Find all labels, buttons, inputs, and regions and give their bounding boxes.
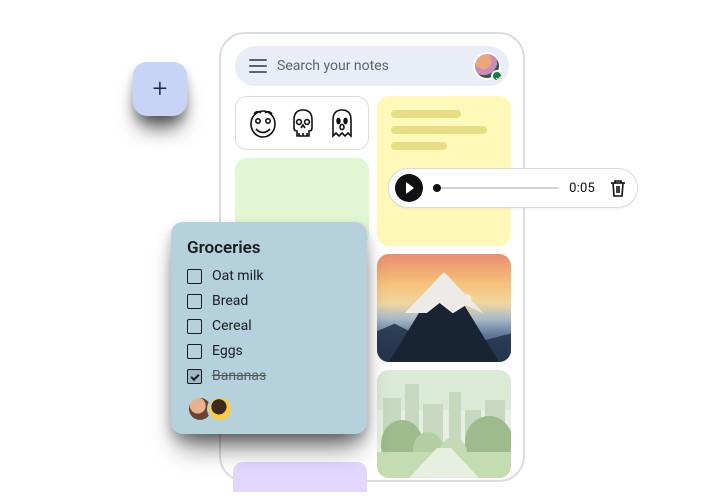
checkbox-icon[interactable] [187,344,202,359]
list-item-label: Bread [212,293,248,309]
smiley-icon [247,106,279,140]
search-bar[interactable]: Search your notes [235,46,509,86]
audio-note-player[interactable]: 0:05 [388,168,638,208]
verified-badge-icon [491,70,503,82]
list-item[interactable]: Oat milk [187,268,351,284]
menu-icon[interactable] [249,59,267,73]
list-item-label: Cereal [212,318,252,334]
checkbox-icon[interactable] [187,294,202,309]
checklist: Oat milk Bread Cereal Eggs Bananas [187,268,351,384]
audio-time: 0:05 [569,181,595,196]
ghost-icon [327,106,357,140]
list-item[interactable]: Bananas [187,368,351,384]
note-drawing[interactable] [235,96,369,150]
list-item[interactable]: Cereal [187,318,351,334]
note-groceries[interactable]: Groceries Oat milk Bread Cereal Eggs Ban… [171,222,367,434]
note-image-mountain[interactable] [377,254,511,362]
list-item[interactable]: Bread [187,293,351,309]
add-note-button[interactable]: + [133,62,187,116]
collaborators [187,396,351,422]
audio-scrubber[interactable] [433,187,559,189]
checkbox-icon[interactable] [187,269,202,284]
delete-icon[interactable] [609,178,627,198]
list-item-label: Eggs [212,343,243,359]
checkbox-icon[interactable] [187,319,202,334]
list-item-label: Oat milk [212,268,263,284]
list-item-label: Bananas [212,368,266,384]
plus-icon: + [153,76,168,102]
play-button[interactable] [395,174,423,202]
avatar[interactable] [207,396,233,422]
skull-icon [288,106,318,140]
note-image-park[interactable] [377,370,511,478]
checkbox-icon[interactable] [187,369,202,384]
account-avatar[interactable] [473,52,501,80]
note-lavender[interactable] [233,462,367,492]
list-item[interactable]: Eggs [187,343,351,359]
note-title: Groceries [187,238,351,258]
search-placeholder: Search your notes [277,58,463,74]
